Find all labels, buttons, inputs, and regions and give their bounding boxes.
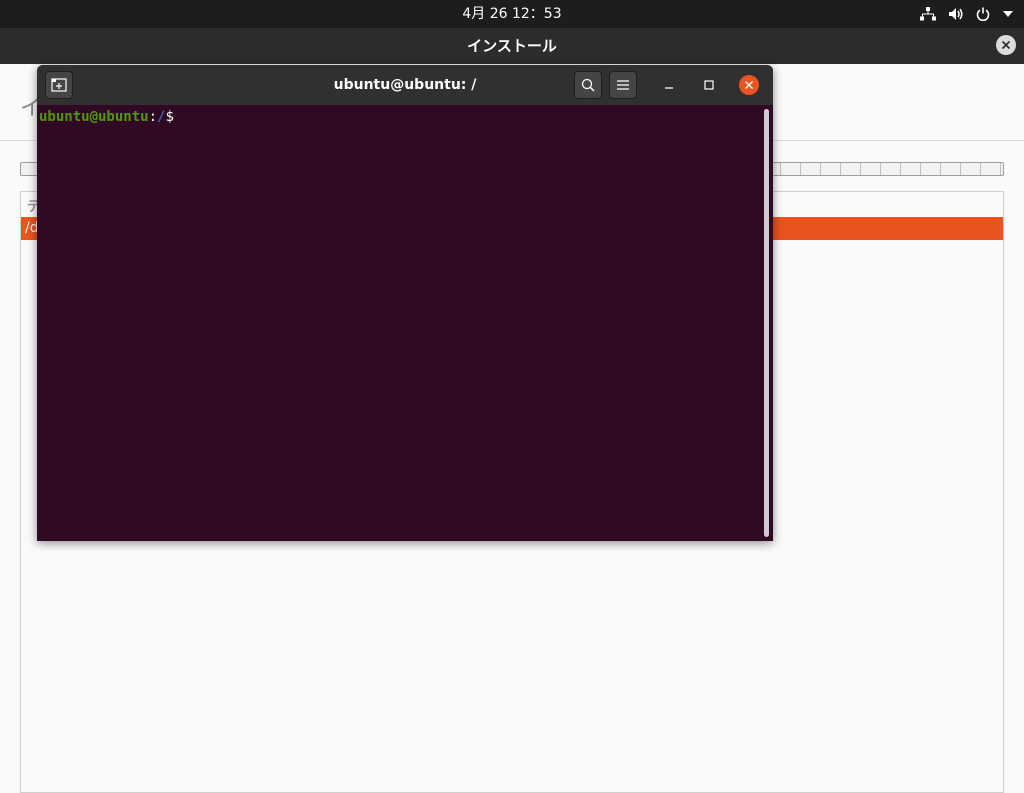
- partition-row-label: /d: [25, 220, 39, 236]
- installer-titlebar[interactable]: インストール: [0, 28, 1024, 64]
- close-button[interactable]: [739, 75, 759, 95]
- prompt-symbol: $: [165, 109, 174, 125]
- volume-icon[interactable]: [948, 7, 964, 21]
- search-button[interactable]: [574, 71, 602, 99]
- terminal-titlebar[interactable]: ubuntu@ubuntu: /: [37, 65, 773, 105]
- hamburger-menu-button[interactable]: [609, 71, 637, 99]
- power-icon[interactable]: [976, 7, 990, 21]
- prompt-user: ubuntu@ubuntu: [39, 109, 149, 125]
- system-tray[interactable]: [920, 0, 1014, 28]
- maximize-button[interactable]: [699, 75, 719, 95]
- minimize-icon: [665, 87, 673, 89]
- minimize-button[interactable]: [659, 75, 679, 95]
- terminal-body[interactable]: ubuntu@ubuntu:/$: [37, 105, 773, 541]
- network-icon[interactable]: [920, 7, 936, 21]
- terminal-prompt: ubuntu@ubuntu:/$: [39, 108, 174, 126]
- clock[interactable]: 4月 26 12：53: [0, 0, 1024, 28]
- top-bar: 4月 26 12：53: [0, 0, 1024, 28]
- maximize-icon: [704, 80, 714, 90]
- terminal-window[interactable]: ubuntu@ubuntu: / ubuntu@ubuntu:/$: [37, 65, 773, 541]
- installer-title: インストール: [467, 37, 557, 55]
- close-icon: [1001, 40, 1011, 50]
- hamburger-icon: [617, 80, 629, 90]
- menu-down-icon[interactable]: [1002, 10, 1014, 18]
- close-icon: [745, 81, 753, 89]
- search-icon: [581, 78, 595, 92]
- terminal-scrollbar[interactable]: [764, 109, 769, 537]
- prompt-colon: :: [148, 109, 158, 125]
- installer-close-button[interactable]: [996, 35, 1016, 55]
